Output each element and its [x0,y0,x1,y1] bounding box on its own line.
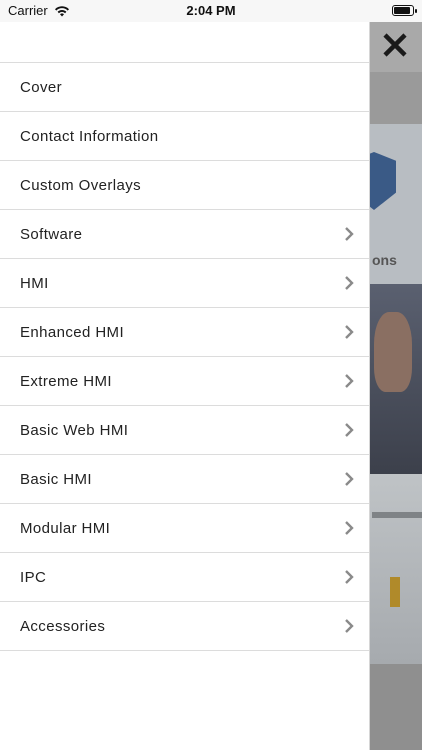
menu-item-label: Custom Overlays [20,176,142,194]
side-drawer: Cover Contact Information Custom Overlay… [0,22,370,750]
chevron-right-icon [345,325,354,339]
battery-level [394,7,410,14]
menu-list: Cover Contact Information Custom Overlay… [0,63,369,651]
menu-item-extreme-hmi[interactable]: Extreme HMI [0,357,369,406]
drawer-header [0,22,369,63]
chevron-right-icon [345,472,354,486]
menu-item-label: Basic Web HMI [20,421,129,439]
menu-item-ipc[interactable]: IPC [0,553,369,602]
menu-item-custom-overlays[interactable]: Custom Overlays [0,161,369,210]
chevron-right-icon [345,276,354,290]
menu-item-label: Software [20,225,83,243]
background-photo-worker [390,577,400,607]
background-photo-rail [372,512,422,518]
menu-item-label: Enhanced HMI [20,323,125,341]
menu-item-modular-hmi[interactable]: Modular HMI [0,504,369,553]
background-photo-person [374,312,412,392]
menu-item-label: Basic HMI [20,470,92,488]
menu-item-basic-web-hmi[interactable]: Basic Web HMI [0,406,369,455]
status-bar: Carrier 2:04 PM [0,0,422,22]
menu-item-basic-hmi[interactable]: Basic HMI [0,455,369,504]
chevron-right-icon [345,374,354,388]
menu-item-label: Contact Information [20,127,159,145]
menu-item-label: Extreme HMI [20,372,112,390]
menu-item-contact-information[interactable]: Contact Information [0,112,369,161]
chevron-right-icon [345,619,354,633]
battery-icon [392,5,417,16]
background-text: ons [372,252,397,268]
menu-item-software[interactable]: Software [0,210,369,259]
menu-item-cover[interactable]: Cover [0,63,369,112]
menu-item-label: HMI [20,274,49,292]
menu-item-label: Accessories [20,617,106,635]
chevron-right-icon [345,227,354,241]
menu-item-label: Cover [20,78,63,96]
chevron-right-icon [345,423,354,437]
menu-item-enhanced-hmi[interactable]: Enhanced HMI [0,308,369,357]
status-time: 2:04 PM [186,3,236,18]
chevron-right-icon [345,570,354,584]
chevron-right-icon [345,521,354,535]
close-button[interactable] [378,28,412,62]
close-icon [383,33,407,57]
menu-item-hmi[interactable]: HMI [0,259,369,308]
menu-item-accessories[interactable]: Accessories [0,602,369,651]
menu-item-label: IPC [20,568,47,586]
menu-item-label: Modular HMI [20,519,111,537]
